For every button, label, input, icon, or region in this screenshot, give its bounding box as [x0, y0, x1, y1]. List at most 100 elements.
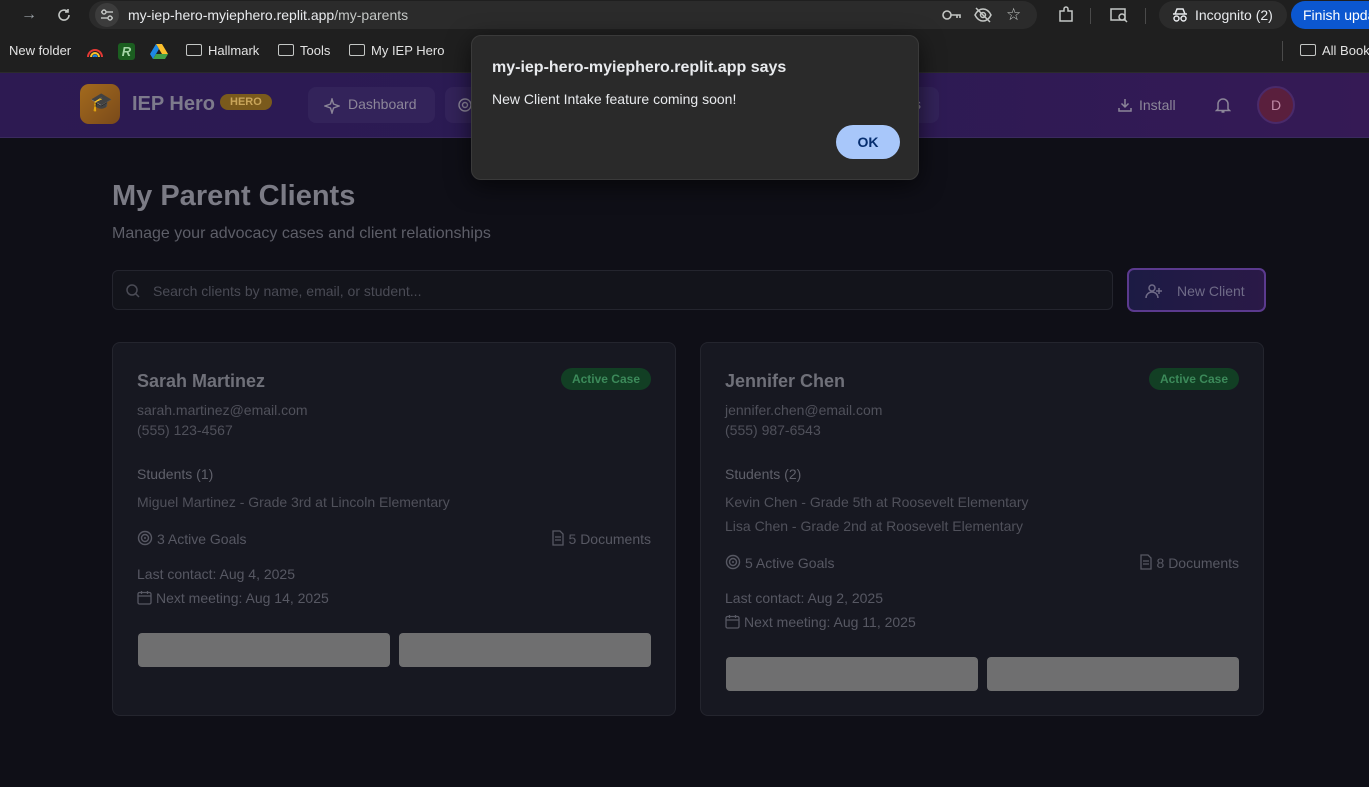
next-meeting-label: Next meeting: Aug 11, 2025 [744, 614, 916, 630]
bookmark-label: Hallmark [208, 43, 260, 58]
card-action-button[interactable] [399, 633, 651, 667]
graduation-cap-icon: 🎓 [90, 92, 113, 112]
brand-name: IEP Hero [132, 93, 215, 115]
search-input[interactable]: Search clients by name, email, or studen… [112, 270, 1113, 310]
forward-icon[interactable]: → [19, 5, 39, 25]
url-path: /my-parents [334, 7, 409, 23]
folder-icon [349, 44, 365, 56]
target-icon [458, 98, 472, 112]
bookmarks-divider [1282, 41, 1283, 61]
new-client-button[interactable]: New Client [1127, 268, 1266, 312]
bookmark-label: My IEP Hero [371, 43, 445, 58]
folder-icon [186, 44, 202, 56]
incognito-icon [1173, 8, 1187, 22]
finish-update-button[interactable]: Finish upda [1291, 1, 1369, 29]
student-item: Miguel Martinez - Grade 3rd at Lincoln E… [137, 494, 450, 510]
documents-count: 5 Documents [551, 530, 651, 547]
logo[interactable]: 🎓 [80, 84, 120, 124]
nav-label: Dashboard [348, 96, 417, 112]
search-placeholder: Search clients by name, email, or studen… [153, 283, 422, 299]
target-icon [725, 554, 741, 570]
nav-more[interactable]: s [914, 87, 939, 123]
download-icon [1118, 99, 1132, 112]
reload-icon[interactable] [54, 5, 74, 25]
avatar[interactable]: D [1257, 86, 1295, 124]
client-phone: (555) 123-4567 [137, 422, 233, 438]
bell-icon[interactable] [1214, 97, 1232, 118]
client-phone: (555) 987-6543 [725, 422, 821, 438]
page-subtitle: Manage your advocacy cases and client re… [112, 225, 491, 242]
goals-count: 5 Active Goals [725, 554, 835, 571]
all-bookmarks[interactable]: All Book [1300, 43, 1369, 58]
students-label: Students (2) [725, 466, 802, 482]
target-icon [137, 530, 153, 546]
alert-dialog: my-iep-hero-myiephero.replit.app says Ne… [471, 35, 919, 180]
client-name: Jennifer Chen [725, 371, 846, 391]
status-badge: Active Case [560, 368, 651, 390]
ok-button[interactable]: OK [836, 125, 900, 159]
next-meeting: Next meeting: Aug 11, 2025 [725, 614, 916, 630]
students-label: Students (1) [137, 466, 214, 482]
r-bookmark-icon[interactable]: R [118, 43, 135, 60]
goals-label: 5 Active Goals [745, 555, 835, 571]
documents-count: 8 Documents [1139, 554, 1239, 571]
bookmark-new-folder[interactable]: New folder [9, 43, 71, 58]
document-icon [1139, 554, 1152, 570]
folder-icon [278, 44, 294, 56]
sparkle-icon [324, 98, 340, 114]
card-action-button[interactable] [138, 633, 390, 667]
bookmark-folder-hallmark[interactable]: Hallmark [186, 43, 259, 58]
client-email: sarah.martinez@email.com [137, 402, 308, 418]
student-item: Lisa Chen - Grade 2nd at Roosevelt Eleme… [725, 518, 1024, 534]
bookmark-folder-tools[interactable]: Tools [278, 43, 330, 58]
card-action-button[interactable] [726, 657, 978, 691]
nav-goals[interactable] [445, 87, 472, 123]
rainbow-bookmark-icon[interactable] [86, 43, 104, 62]
bookmark-label: Tools [300, 43, 331, 58]
eye-off-icon[interactable] [974, 7, 992, 25]
bookmark-label: New folder [9, 43, 72, 58]
bookmark-folder-my-iep-hero[interactable]: My IEP Hero [349, 43, 444, 58]
documents-label: 5 Documents [568, 531, 651, 547]
client-email: jennifer.chen@email.com [725, 402, 883, 418]
new-client-label: New Client [1177, 283, 1245, 299]
next-meeting: Next meeting: Aug 14, 2025 [137, 590, 329, 606]
install-button[interactable]: Install [1117, 97, 1176, 113]
bookmark-label: All Book [1322, 43, 1369, 58]
toolbar-divider [1145, 8, 1146, 24]
user-plus-icon [1145, 284, 1162, 299]
extensions-icon[interactable] [1056, 5, 1076, 25]
incognito-label: Incognito (2) [1195, 7, 1273, 23]
student-item: Kevin Chen - Grade 5th at Roosevelt Elem… [725, 494, 1029, 510]
next-meeting-label: Next meeting: Aug 14, 2025 [156, 590, 329, 606]
nav-dashboard[interactable]: Dashboard [308, 87, 435, 123]
calendar-icon [725, 615, 740, 629]
google-drive-icon[interactable] [150, 43, 168, 62]
goals-label: 3 Active Goals [157, 531, 247, 547]
finish-update-label: Finish upda [1303, 7, 1369, 23]
address-bar[interactable]: my-iep-hero-myiephero.replit.app/my-pare… [89, 1, 1037, 29]
bookmark-star-icon[interactable]: ☆ [1006, 6, 1024, 25]
install-label: Install [1139, 97, 1176, 113]
status-badge: Active Case [1148, 368, 1239, 390]
hero-badge: HERO [220, 94, 272, 110]
incognito-indicator[interactable]: Incognito (2) [1159, 1, 1287, 29]
client-name: Sarah Martinez [137, 371, 266, 391]
last-contact: Last contact: Aug 4, 2025 [137, 566, 296, 582]
card-action-button[interactable] [987, 657, 1239, 691]
page-title: My Parent Clients [112, 180, 356, 212]
site-settings-icon[interactable] [95, 3, 119, 27]
password-key-icon[interactable] [941, 7, 961, 25]
goals-count: 3 Active Goals [137, 530, 247, 547]
search-icon [126, 284, 140, 298]
client-card: Jennifer Chen Active Case jennifer.chen@… [700, 342, 1264, 716]
url-text: my-iep-hero-myiephero.replit.app/my-pare… [128, 7, 408, 23]
folder-icon [1300, 44, 1316, 56]
client-card: Sarah Martinez Active Case sarah.martine… [112, 342, 676, 716]
tab-search-icon[interactable] [1109, 5, 1129, 25]
last-contact: Last contact: Aug 2, 2025 [725, 590, 884, 606]
calendar-icon [137, 591, 152, 605]
document-icon [551, 530, 564, 546]
dialog-title: my-iep-hero-myiephero.replit.app says [492, 59, 787, 76]
documents-label: 8 Documents [1156, 555, 1239, 571]
